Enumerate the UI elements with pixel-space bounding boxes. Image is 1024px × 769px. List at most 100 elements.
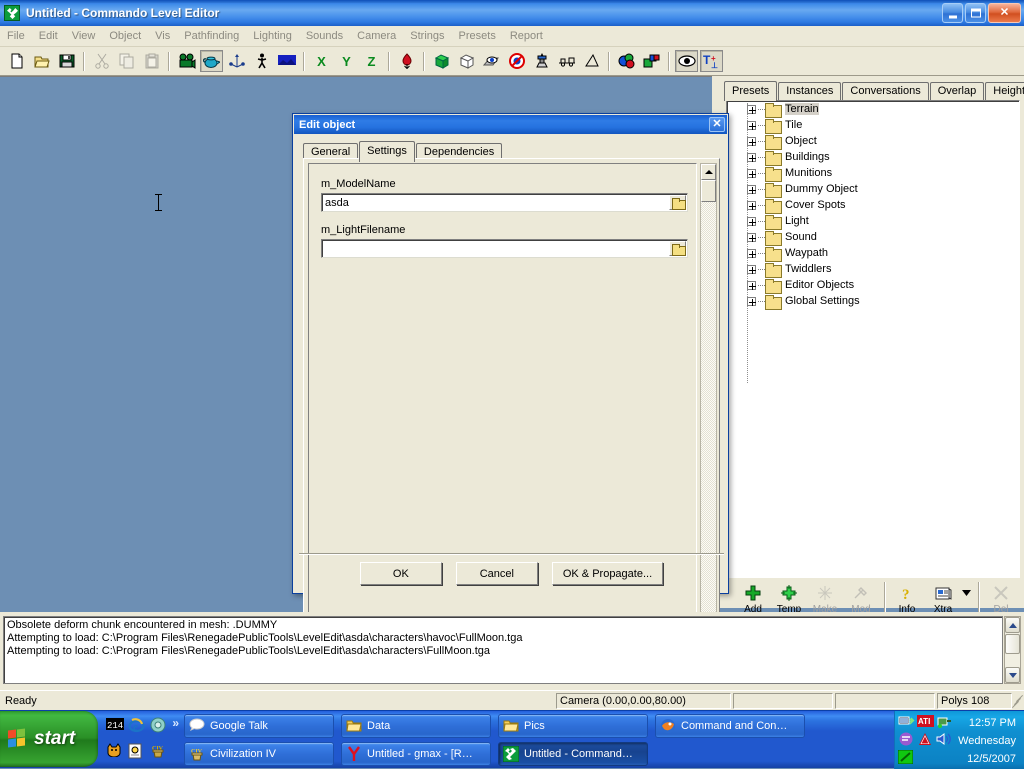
expand-icon[interactable] — [747, 201, 756, 210]
ok-button[interactable]: OK — [360, 562, 442, 585]
camera-icon[interactable] — [175, 50, 198, 72]
menu-vis[interactable]: Vis — [148, 28, 177, 44]
tab-presets[interactable]: Presets — [724, 81, 777, 101]
tab-heightfield[interactable]: Heightfield — [985, 82, 1024, 100]
text-tool-icon[interactable]: T+⊥ — [700, 50, 723, 72]
expand-icon[interactable] — [747, 137, 756, 146]
tray-clock[interactable]: 12:57 PM Wednesday 12/5/2007 — [957, 714, 1021, 768]
internet-explorer-icon[interactable]: e — [128, 717, 146, 735]
angle-icon[interactable] — [580, 50, 603, 72]
property-scrollbar[interactable] — [700, 163, 717, 661]
xtra-button[interactable]: Xtra — [926, 582, 960, 615]
antivirus-icon[interactable] — [917, 732, 934, 748]
vis-sectors-icon[interactable] — [640, 50, 663, 72]
axis-z-icon[interactable]: Z — [360, 50, 383, 72]
expand-icon[interactable] — [747, 105, 756, 114]
safely-remove-icon[interactable] — [936, 714, 953, 730]
scroll-thumb[interactable] — [701, 180, 716, 202]
tree-item-tile[interactable]: Tile — [727, 117, 1019, 133]
notepad-icon[interactable] — [128, 743, 146, 761]
menu-object[interactable]: Object — [102, 28, 148, 44]
cut-icon[interactable] — [90, 50, 113, 72]
paste-icon[interactable] — [140, 50, 163, 72]
quicklaunch-chevron-icon[interactable]: » — [172, 716, 179, 730]
ok-propagate-button[interactable]: OK & Propagate... — [552, 562, 663, 585]
scroll-up-button[interactable] — [701, 164, 716, 180]
make-preset-button[interactable]: Make — [808, 582, 842, 615]
backface-icon[interactable] — [555, 50, 578, 72]
expand-icon[interactable] — [747, 169, 756, 178]
task-civilization-iv[interactable]: CIV Civilization IV — [184, 742, 334, 766]
start-button[interactable]: start — [0, 711, 98, 767]
delete-preset-button[interactable]: Del — [984, 582, 1018, 615]
network-icon[interactable] — [898, 714, 915, 730]
menu-presets[interactable]: Presets — [452, 28, 503, 44]
task-gmax[interactable]: Untitled - gmax - [R… — [341, 742, 491, 766]
menu-strings[interactable]: Strings — [403, 28, 451, 44]
tree-item-sound[interactable]: Sound — [727, 229, 1019, 245]
tree-item-twiddlers[interactable]: Twiddlers — [727, 261, 1019, 277]
save-icon[interactable] — [55, 50, 78, 72]
copy-icon[interactable] — [115, 50, 138, 72]
maximize-button[interactable] — [965, 3, 986, 23]
log-scroll-thumb[interactable] — [1005, 634, 1020, 654]
expand-icon[interactable] — [747, 153, 756, 162]
tab-settings[interactable]: Settings — [359, 141, 415, 162]
axis-x-icon[interactable]: X — [310, 50, 333, 72]
tree-item-waypath[interactable]: Waypath — [727, 245, 1019, 261]
task-google-talk[interactable]: Google Talk — [184, 714, 334, 738]
log-scroll-track[interactable] — [1005, 654, 1020, 667]
tree-item-buildings[interactable]: Buildings — [727, 149, 1019, 165]
civ-icon[interactable]: CIV — [150, 743, 168, 761]
mod-preset-button[interactable]: Mod — [844, 582, 878, 615]
walk-icon[interactable] — [250, 50, 273, 72]
menu-view[interactable]: View — [65, 28, 103, 44]
menu-lighting[interactable]: Lighting — [246, 28, 299, 44]
browse-folder-icon[interactable] — [669, 241, 686, 256]
log-scroll-up-button[interactable] — [1005, 617, 1020, 633]
vis-points-icon[interactable] — [615, 50, 638, 72]
expand-icon[interactable] — [747, 121, 756, 130]
expand-icon[interactable] — [747, 281, 756, 290]
bf2142-icon[interactable]: 2142 — [106, 717, 124, 735]
menu-report[interactable]: Report — [503, 28, 550, 44]
cube-wire-icon[interactable] — [455, 50, 478, 72]
dialog-close-button[interactable]: ✕ — [709, 117, 725, 132]
no-entry-icon[interactable] — [505, 50, 528, 72]
cat-icon[interactable] — [106, 743, 124, 761]
presets-tree[interactable]: Terrain Tile Object Buildings Munitions … — [726, 100, 1020, 578]
model-name-input[interactable] — [321, 193, 688, 212]
drop-to-ground-icon[interactable] — [395, 50, 418, 72]
eye-mesh-icon[interactable] — [480, 50, 503, 72]
menu-file[interactable]: File — [0, 28, 32, 44]
log-scroll-down-button[interactable] — [1005, 667, 1020, 683]
temp-preset-button[interactable]: Temp — [772, 582, 806, 615]
open-icon[interactable] — [30, 50, 53, 72]
tree-item-munitions[interactable]: Munitions — [727, 165, 1019, 181]
tree-item-object[interactable]: Object — [727, 133, 1019, 149]
terrain-icon[interactable] — [275, 50, 298, 72]
tree-item-terrain[interactable]: Terrain — [727, 101, 1019, 117]
tree-item-global-settings[interactable]: Global Settings — [727, 293, 1019, 309]
ati-icon[interactable]: ATI — [917, 714, 934, 730]
xtra-dropdown-button[interactable] — [962, 582, 974, 596]
task-commando-level-editor[interactable]: Untitled - Command… — [498, 742, 648, 766]
minimize-button[interactable] — [942, 3, 963, 23]
media-icon[interactable] — [150, 717, 168, 735]
menu-camera[interactable]: Camera — [350, 28, 403, 44]
gtalk-tray-icon[interactable] — [898, 732, 915, 748]
expand-icon[interactable] — [747, 265, 756, 274]
menu-edit[interactable]: Edit — [32, 28, 65, 44]
light-icon[interactable] — [530, 50, 553, 72]
tree-item-dummy-object[interactable]: Dummy Object — [727, 181, 1019, 197]
volume-icon[interactable] — [936, 732, 953, 748]
task-pics[interactable]: Pics — [498, 714, 648, 738]
menu-pathfinding[interactable]: Pathfinding — [177, 28, 246, 44]
tab-overlap[interactable]: Overlap — [930, 82, 985, 100]
info-button[interactable]: ? Info — [890, 582, 924, 615]
add-preset-button[interactable]: Add — [736, 582, 770, 615]
tab-conversations[interactable]: Conversations — [842, 82, 928, 100]
expand-icon[interactable] — [747, 233, 756, 242]
light-filename-input[interactable] — [321, 239, 688, 258]
resize-grip[interactable] — [1008, 694, 1022, 708]
